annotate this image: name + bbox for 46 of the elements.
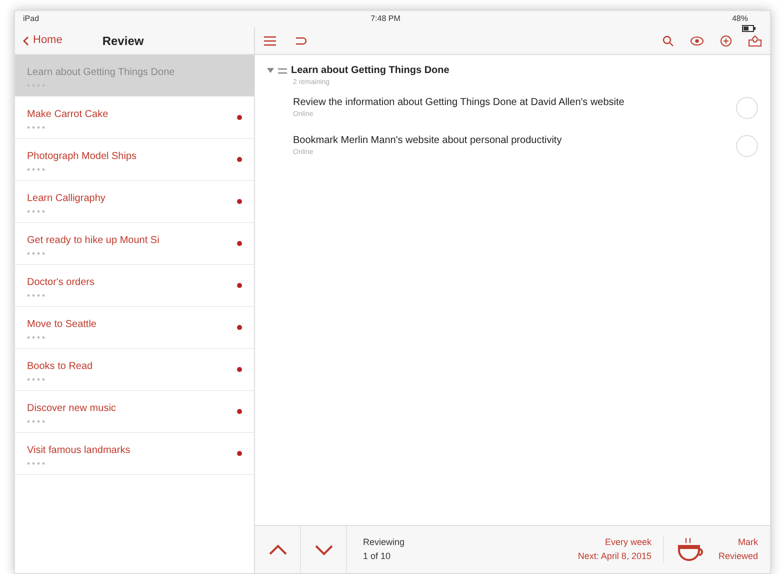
project-row[interactable]: Get ready to hike up Mount Si xyxy=(15,223,254,265)
project-title: Move to Seattle xyxy=(27,318,98,332)
next-review-label: Next: April 8, 2015 xyxy=(578,550,652,563)
project-title: Get ready to hike up Mount Si xyxy=(27,234,160,248)
project-title: Photograph Model Ships xyxy=(27,150,138,164)
task-title: Review the information about Getting Things Done at David Allen's website xyxy=(293,96,626,110)
battery-icon xyxy=(742,25,756,32)
sidebar-title: Review xyxy=(102,32,144,50)
project-row[interactable]: Visit famous landmarks xyxy=(15,433,254,475)
position-label: 1 of 10 xyxy=(363,550,392,562)
mark-reviewed-button[interactable]: Mark Reviewed xyxy=(664,526,770,573)
task-checkbox[interactable] xyxy=(736,134,758,156)
back-button[interactable]: Home xyxy=(23,32,62,49)
list-icon[interactable] xyxy=(263,34,277,46)
task-checkbox[interactable] xyxy=(736,96,758,118)
project-title: Learn Calligraphy xyxy=(27,192,106,206)
add-icon[interactable] xyxy=(720,34,732,46)
project-title: Doctor's orders xyxy=(27,276,96,290)
task-title: Bookmark Merlin Mann's website about personal productivity xyxy=(293,134,563,148)
interval-label: Every week xyxy=(604,536,652,549)
chevron-up-icon xyxy=(268,544,288,556)
project-row[interactable]: Doctor's orders xyxy=(15,265,254,307)
eye-icon[interactable] xyxy=(690,36,704,46)
time-label: 7:48 PM xyxy=(370,13,400,25)
project-row[interactable]: Books to Read xyxy=(15,349,254,391)
project-title: Make Carrot Cake xyxy=(27,108,110,122)
project-row[interactable]: Photograph Model Ships xyxy=(15,139,254,181)
project-row[interactable]: Learn Calligraphy xyxy=(15,181,254,223)
inbox-icon[interactable] xyxy=(748,34,762,46)
search-icon[interactable] xyxy=(662,34,674,46)
reviewing-label: Reviewing xyxy=(363,536,405,549)
project-heading: Learn about Getting Things Done xyxy=(291,64,450,78)
project-title: Visit famous landmarks xyxy=(27,444,132,458)
project-row[interactable]: Discover new music xyxy=(15,391,254,433)
project-title: Discover new music xyxy=(27,402,117,416)
project-title: Books to Read xyxy=(27,360,94,374)
chevron-down-icon xyxy=(314,544,334,556)
project-title: Learn about Getting Things Done xyxy=(27,66,176,80)
project-row[interactable]: Make Carrot Cake xyxy=(15,97,254,139)
project-row[interactable]: Move to Seattle xyxy=(15,307,254,349)
battery-label: 48% xyxy=(732,13,748,25)
chevron-left-icon xyxy=(23,36,29,46)
project-icon xyxy=(278,66,287,74)
undo-icon[interactable] xyxy=(293,34,307,46)
carrier-label: iPad xyxy=(23,13,40,25)
disclosure-triangle-icon[interactable] xyxy=(267,67,274,74)
